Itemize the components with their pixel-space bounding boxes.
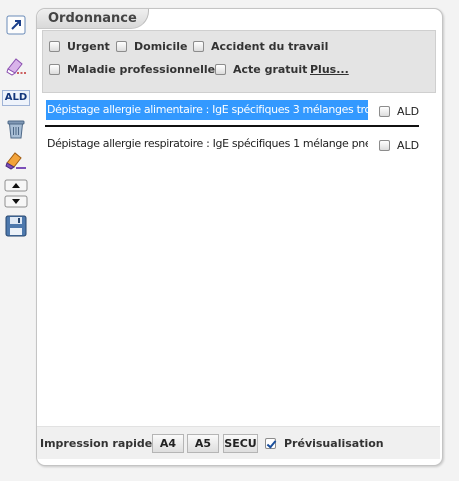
preview-option[interactable]: Prévisualisation — [265, 437, 384, 450]
accident-label: Accident du travail — [211, 40, 329, 53]
ald-label-item-2: ALD — [397, 139, 420, 152]
ald-checkbox-item-1[interactable] — [379, 106, 390, 117]
ald-option-item-2[interactable]: ALD — [379, 139, 419, 152]
accident-checkbox[interactable] — [193, 41, 204, 52]
ald-option-item-1[interactable]: ALD — [379, 105, 419, 118]
preview-checkbox[interactable] — [265, 438, 276, 449]
move-down-icon[interactable] — [4, 194, 28, 209]
print-a4-button[interactable]: A4 — [152, 434, 184, 453]
ald-label-item-1: ALD — [397, 105, 420, 118]
maladie-label: Maladie professionnelle — [67, 63, 216, 76]
save-disk-icon[interactable] — [4, 214, 28, 238]
ald-checkbox-item-2[interactable] — [379, 140, 390, 151]
expand-arrow-icon[interactable] — [4, 14, 28, 36]
quick-print-bar: Impression rapide : A4 A5 SECU Prévisual… — [37, 426, 440, 459]
urgent-checkbox[interactable] — [49, 41, 60, 52]
option-urgent[interactable]: Urgent — [49, 40, 110, 53]
acte-gratuit-label: Acte gratuit — [233, 63, 308, 76]
acte-gratuit-checkbox[interactable] — [215, 64, 226, 75]
preview-label: Prévisualisation — [284, 437, 384, 450]
domicile-checkbox[interactable] — [116, 41, 127, 52]
option-accident-travail[interactable]: Accident du travail — [193, 40, 328, 53]
move-up-icon[interactable] — [4, 178, 28, 193]
option-domicile[interactable]: Domicile — [116, 40, 187, 53]
panel-title: Ordonnance — [37, 9, 149, 29]
print-a5-button[interactable]: A5 — [187, 434, 219, 453]
domicile-label: Domicile — [134, 40, 188, 53]
prescription-item-1[interactable]: Dépistage allergie alimentaire : IgE spé… — [46, 100, 368, 120]
prescription-item-2[interactable]: Dépistage allergie respiratoire : IgE sp… — [46, 134, 368, 154]
list-separator — [45, 125, 419, 127]
ordonnance-panel: Ordonnance Urgent Domicile Accident du t… — [36, 8, 443, 466]
ald-badge-icon[interactable]: ALD — [1, 87, 31, 109]
option-maladie-professionnelle[interactable]: Maladie professionnelle — [49, 63, 215, 76]
print-secu-button[interactable]: SECU — [223, 434, 258, 453]
ald-badge-label: ALD — [1, 90, 31, 106]
eraser-icon[interactable] — [4, 55, 28, 77]
maladie-checkbox[interactable] — [49, 64, 60, 75]
prescription-options: Urgent Domicile Accident du travail Mala… — [42, 30, 436, 93]
more-options-link[interactable]: Plus... — [310, 63, 349, 76]
quick-print-label: Impression rapide : — [40, 437, 161, 450]
color-eraser-icon[interactable] — [4, 149, 28, 171]
trash-icon[interactable] — [4, 118, 28, 140]
option-acte-gratuit[interactable]: Acte gratuit — [215, 63, 307, 76]
urgent-label: Urgent — [67, 40, 110, 53]
left-toolbar: ALD — [0, 0, 34, 481]
